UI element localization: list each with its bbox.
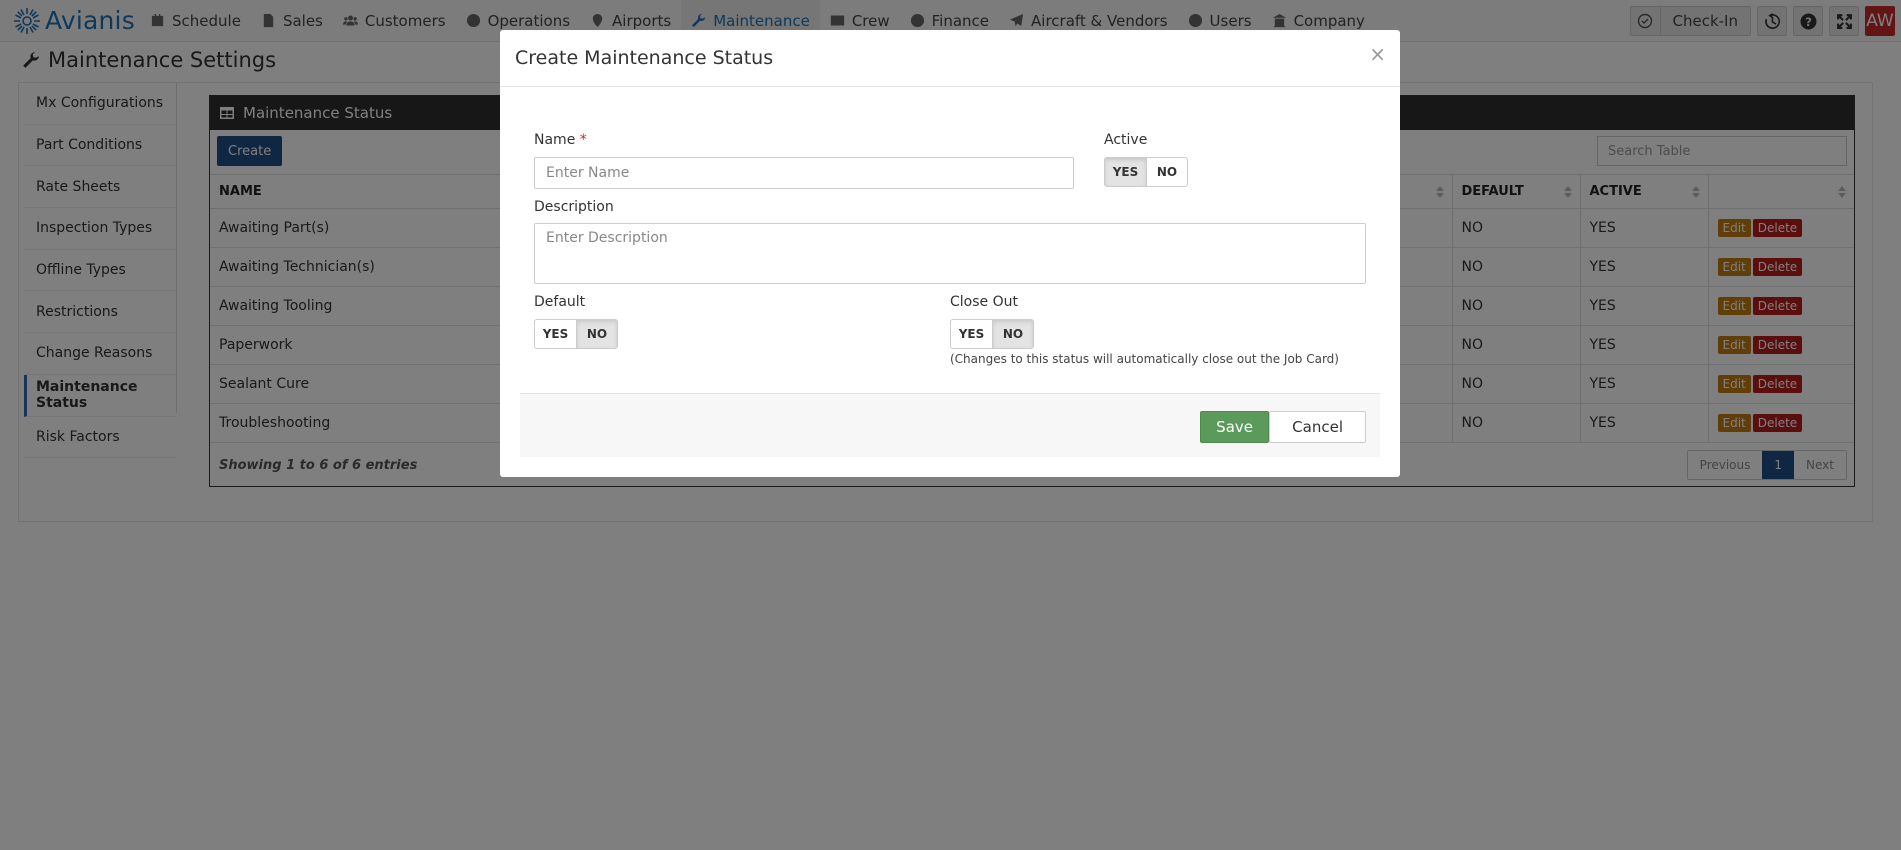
closeout-yes-option[interactable]: YES — [951, 320, 992, 348]
close-icon[interactable]: × — [1369, 42, 1386, 66]
active-toggle: YES NO — [1104, 157, 1188, 187]
create-maintenance-status-modal: Create Maintenance Status × Name * Enter… — [500, 30, 1400, 477]
closeout-label: Close Out — [950, 294, 1018, 310]
active-label: Active — [1104, 132, 1148, 148]
active-yes-option[interactable]: YES — [1105, 158, 1146, 186]
save-button[interactable]: Save — [1200, 411, 1269, 443]
closeout-hint: (Changes to this status will automatical… — [950, 352, 1339, 366]
name-input[interactable]: Enter Name — [534, 157, 1074, 189]
active-no-option[interactable]: NO — [1146, 158, 1187, 186]
cancel-button[interactable]: Cancel — [1269, 411, 1366, 443]
default-toggle: YES NO — [534, 319, 618, 349]
default-label: Default — [534, 294, 586, 310]
description-textarea[interactable]: Enter Description — [534, 223, 1366, 284]
closeout-toggle: YES NO — [950, 319, 1034, 349]
description-label: Description — [534, 199, 614, 215]
default-no-option[interactable]: NO — [576, 320, 617, 348]
name-label: Name * — [534, 132, 587, 148]
modal-title: Create Maintenance Status — [515, 47, 774, 69]
closeout-no-option[interactable]: NO — [992, 320, 1033, 348]
modal-footer: Save Cancel — [520, 393, 1380, 457]
modal-header: Create Maintenance Status × — [500, 30, 1400, 87]
required-marker: * — [579, 132, 587, 148]
default-yes-option[interactable]: YES — [535, 320, 576, 348]
